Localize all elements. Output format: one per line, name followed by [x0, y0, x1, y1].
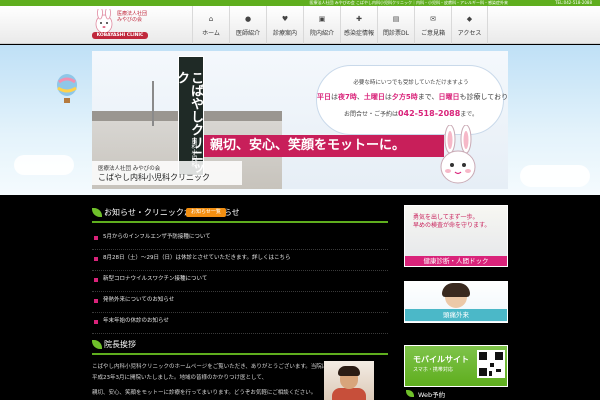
bullet-icon	[94, 320, 98, 324]
hero-photo: こばやしクリニック 内科小児科 必要な時にいつでも受診していただけますよう 平日…	[92, 51, 508, 189]
motto-band: 親切、安心、笑顔をモットーに。	[204, 135, 444, 157]
clinic-signboard: こばやしクリニック 内科小児科	[174, 56, 204, 176]
greeting-line-3: 親切、安心、笑顔をモットーに診療を行ってまいります。どうぞお気軽にご相談ください…	[92, 390, 317, 396]
news-item[interactable]: 8月28日（土）～29日（日）は休診とさせていただきます。詳しくはこちら	[92, 250, 388, 271]
mobile-site-banner[interactable]: モバイルサイト スマホ・携帯対応	[404, 345, 508, 387]
clinic-logo[interactable]: 医療法人社団 みやびの会 KOBAYASHI CLINIC	[90, 6, 148, 43]
doctor-hair	[338, 366, 360, 376]
nav-item[interactable]: ● 医師紹介	[229, 6, 266, 44]
nav-label: ご意見箱	[420, 30, 445, 37]
greeting-line-2: 平成23年3月に開院いたしました。地域の皆様のかかりつけ医として、	[92, 375, 268, 381]
clinic-name-box: 医療法人社団 みやびの会 こばやし内科小児科クリニック	[92, 161, 242, 185]
leaf-icon	[92, 208, 102, 217]
bubble-hours: 平日は夜7時、土曜日は夕方5時まで、日曜日も診療しております。	[317, 93, 508, 101]
headache-clinic-banner[interactable]: 頭痛外来	[404, 281, 508, 323]
news-item-text: 年末年始の休診のお知らせ	[103, 318, 169, 324]
clinic-icon: ▣	[318, 15, 326, 23]
street-light	[152, 81, 154, 126]
sidebar: 勇気を出してまず一歩。 早めの検査が命を守ります。 健康診断・人間ドック 頭痛外…	[404, 205, 508, 400]
patient-hair	[442, 283, 470, 297]
qr-code-icon	[477, 350, 505, 378]
bullet-icon	[94, 257, 98, 261]
nav-item[interactable]: ✉ ご意見箱	[414, 6, 451, 44]
rabbit-mascot-icon	[440, 125, 476, 184]
cloud-right	[520, 165, 590, 187]
home-icon: ⌂	[208, 15, 214, 23]
news-item-text: 発熱外来についてのお知らせ	[103, 297, 175, 303]
news-item-text: 5月からのインフルエンザ予防接種について	[103, 234, 211, 240]
leaf-icon	[406, 390, 414, 397]
news-item[interactable]: 発熱外来についてのお知らせ	[92, 292, 388, 313]
bubble-phone: お問合せ・ご予約は042-518-2088まで。	[343, 109, 479, 118]
web-reservation-title[interactable]: Web予約	[418, 389, 445, 399]
nav-label: アクセス	[457, 30, 482, 37]
cloud-left	[14, 155, 74, 175]
news-item[interactable]: 5月からのインフルエンザ予防接種について	[92, 229, 388, 250]
nav-label: 問診票DL	[383, 30, 409, 37]
doctor-photo	[324, 361, 374, 400]
nav-item[interactable]: ♥ 診療案内	[266, 6, 303, 44]
bullet-icon	[94, 299, 98, 303]
bullet-icon	[94, 278, 98, 282]
logo-name: KOBAYASHI CLINIC	[96, 33, 144, 38]
greeting-line-1: こばやし内科小児科クリニックのホームページをご覧いただき、ありがとうございます。…	[92, 364, 328, 370]
doctor-icon: ●	[244, 15, 252, 23]
document-icon: ▤	[392, 15, 400, 23]
mobile-sub: スマホ・携帯対応	[413, 367, 453, 373]
map-pin-icon: ◆	[466, 15, 473, 23]
news-item-text: 新型コロナウイルスワクチン接種について	[103, 276, 208, 282]
nav-item[interactable]: ✚ 感染症情報	[340, 6, 377, 44]
main-content: お知らせ・クリニックからのお知らせ お知らせ一覧 5月からのインフルエンザ予防接…	[92, 205, 388, 400]
news-item[interactable]: 新型コロナウイルスワクチン接種について	[92, 271, 388, 292]
leaf-icon	[92, 340, 102, 349]
mobile-title: モバイルサイト	[413, 355, 469, 364]
checkup-label: 健康診断・人間ドック	[423, 257, 489, 265]
greeting-title: 院長挨拶	[104, 340, 136, 349]
greeting-header: 院長挨拶	[92, 337, 388, 355]
motto-text: 親切、安心、笑顔をモットーに。	[210, 138, 406, 153]
health-checkup-banner[interactable]: 勇気を出してまず一歩。 早めの検査が命を守ります。 健康診断・人間ドック	[404, 205, 508, 267]
logo-corp-sub: みやびの会	[117, 17, 143, 23]
bubble-intro: 必要な時にいつでも受診していただけますよう	[353, 80, 469, 86]
info-icon: ✚	[356, 15, 362, 23]
nav-item[interactable]: ▣ 院内紹介	[303, 6, 340, 44]
nav-label: ホーム	[202, 30, 220, 37]
news-list: 5月からのインフルエンザ予防接種について 8月28日（土）～29日（日）は休診とさ…	[92, 229, 388, 334]
heart-icon: ♥	[281, 15, 289, 23]
main-nav: ⌂ ホーム ● 医師紹介 ♥ 診療案内 ▣ 院内紹介 ✚ 感染症情報 ▤ 問診票DL ✉ ご意見箱 ◆ アクセ…	[192, 6, 488, 44]
news-item[interactable]: 年末年始の休診のお知らせ	[92, 313, 388, 334]
nav-label: 院内紹介	[309, 30, 334, 37]
news-list-button[interactable]: お知らせ一覧	[186, 208, 226, 217]
clinic-name: こばやし内科小児科クリニック	[98, 173, 210, 182]
nav-label: 診療案内	[272, 30, 297, 37]
nav-item[interactable]: ⌂ ホーム	[192, 6, 229, 44]
checkup-copy-2: 早めの検査が命を守ります。	[413, 222, 491, 229]
nav-item[interactable]: ◆ アクセス	[451, 6, 488, 44]
clinic-corp: 医療法人社団 みやびの会	[98, 166, 161, 172]
headache-label: 頭痛外来	[443, 311, 469, 319]
bullet-icon	[94, 236, 98, 240]
nav-label: 医師紹介	[235, 30, 260, 37]
nav-item[interactable]: ▤ 問診票DL	[377, 6, 414, 44]
news-item-text: 8月28日（土）～29日（日）は休診とさせていただきます。詳しくはこちら	[103, 255, 291, 261]
balloon-icon	[57, 74, 77, 103]
news-header: お知らせ・クリニックからのお知らせ お知らせ一覧	[92, 205, 388, 223]
nav-label: 感染症情報	[343, 30, 374, 37]
mail-icon: ✉	[430, 15, 436, 23]
doctor-coat	[332, 388, 366, 400]
hero-banner: こばやしクリニック 内科小児科 必要な時にいつでも受診していただけますよう 平日…	[0, 45, 600, 195]
